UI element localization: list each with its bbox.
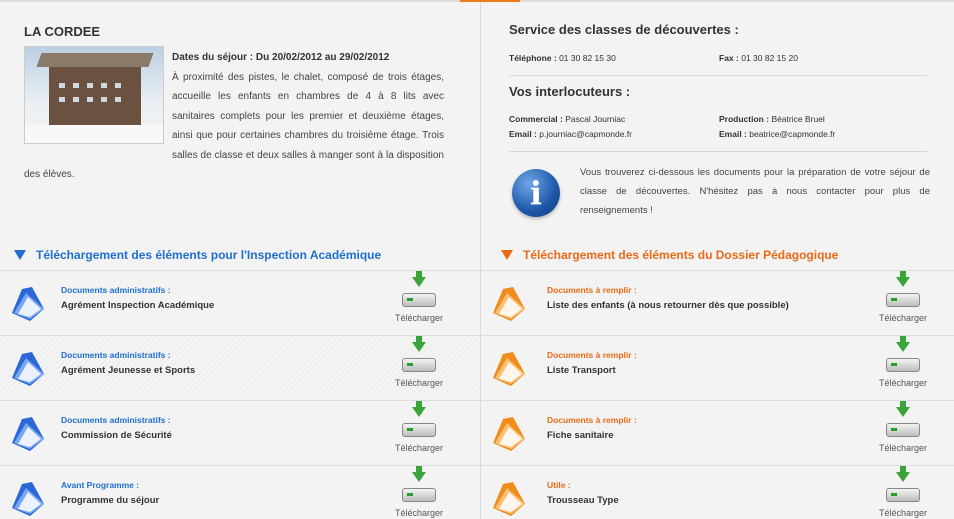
folder-icon: [493, 482, 525, 516]
document-row: Avant Programme : Programme du séjour Té…: [0, 465, 480, 519]
venue-description: Dates du séjour : Du 20/02/2012 au 29/02…: [24, 48, 444, 185]
drive-icon: [886, 488, 920, 502]
commercial-contact: Commercial : Pascal Journiac: [509, 114, 625, 124]
drive-icon: [402, 293, 436, 307]
folder-icon: [12, 482, 44, 516]
document-row: Documents à remplir : Fiche sanitaire Té…: [481, 400, 954, 463]
download-arrow-icon: [412, 401, 426, 417]
document-category: Documents administratifs :: [61, 350, 171, 360]
section-title: Téléchargement des éléments pour l'Inspe…: [36, 248, 382, 262]
production-contact: Production : Béatrice Bruel: [719, 114, 825, 124]
phone-value: 01 30 82 15 30: [559, 53, 616, 63]
document-category: Documents à remplir :: [547, 285, 637, 295]
contacts-title: Vos interlocuteurs :: [509, 84, 631, 99]
right-column: Service des classes de découvertes : Tél…: [481, 2, 954, 519]
download-button[interactable]: Télécharger: [870, 336, 936, 392]
document-name: Agrément Jeunesse et Sports: [61, 365, 196, 376]
service-title: Service des classes de découvertes :: [509, 22, 739, 37]
download-arrow-icon: [896, 336, 910, 352]
left-column: LA CORDEE Dates du séjour : Du 20/02/201…: [0, 2, 481, 519]
document-row: Documents administratifs : Agrément Jeun…: [0, 335, 480, 398]
document-category: Documents administratifs :: [61, 415, 171, 425]
email-2: Email : beatrice@capmonde.fr: [719, 129, 835, 139]
production-value: Béatrice Bruel: [771, 114, 825, 124]
arrow-down-icon: [501, 250, 513, 260]
download-arrow-icon: [896, 401, 910, 417]
arrow-down-icon: [14, 250, 26, 260]
download-button[interactable]: Télécharger: [386, 271, 452, 327]
info-text: Vous trouverez ci-dessous les documents …: [580, 167, 930, 216]
photo-spacer: [24, 48, 172, 150]
download-arrow-icon: [412, 271, 426, 287]
document-row: Documents à remplir : Liste Transport Té…: [481, 335, 954, 398]
document-name: Fiche sanitaire: [547, 430, 614, 441]
page: LA CORDEE Dates du séjour : Du 20/02/201…: [0, 0, 954, 519]
download-arrow-icon: [412, 466, 426, 482]
fax-value: 01 30 82 15 20: [741, 53, 798, 63]
email-label: Email :: [509, 129, 537, 139]
folder-icon: [493, 417, 525, 451]
document-category: Documents administratifs :: [61, 285, 171, 295]
download-arrow-icon: [896, 466, 910, 482]
phone-label: Téléphone :: [509, 53, 557, 63]
drive-icon: [886, 293, 920, 307]
folder-icon: [12, 287, 44, 321]
download-label: Télécharger: [394, 378, 444, 388]
document-row: Documents administratifs : Agrément Insp…: [0, 270, 480, 333]
venue-title: LA CORDEE: [24, 24, 101, 39]
download-label: Télécharger: [878, 313, 928, 323]
download-label: Télécharger: [878, 443, 928, 453]
folder-icon: [493, 352, 525, 386]
document-name: Trousseau Type: [547, 495, 619, 506]
fax-label: Fax :: [719, 53, 739, 63]
drive-icon: [402, 488, 436, 502]
download-label: Télécharger: [394, 313, 444, 323]
download-button[interactable]: Télécharger: [386, 401, 452, 457]
download-label: Télécharger: [878, 508, 928, 518]
fax: Fax : 01 30 82 15 20: [719, 53, 798, 63]
document-row: Documents à remplir : Liste des enfants …: [481, 270, 954, 333]
document-name: Programme du séjour: [61, 495, 160, 506]
download-arrow-icon: [412, 336, 426, 352]
document-name: Liste des enfants (à nous retourner dès …: [547, 300, 789, 311]
commercial-value: Pascal Journiac: [565, 114, 626, 124]
document-category: Documents à remplir :: [547, 415, 637, 425]
production-label: Production :: [719, 114, 770, 124]
commercial-label: Commercial :: [509, 114, 563, 124]
info-icon: i: [512, 169, 560, 217]
folder-icon: [12, 417, 44, 451]
document-category: Avant Programme :: [61, 480, 140, 490]
download-button[interactable]: Télécharger: [870, 271, 936, 327]
document-row: Utile : Trousseau Type Télécharger: [481, 465, 954, 519]
email-link[interactable]: beatrice@capmonde.fr: [749, 129, 835, 139]
download-button[interactable]: Télécharger: [870, 401, 936, 457]
drive-icon: [886, 423, 920, 437]
drive-icon: [402, 423, 436, 437]
download-button[interactable]: Télécharger: [870, 466, 936, 519]
divider: [509, 75, 927, 76]
download-arrow-icon: [896, 271, 910, 287]
section-title: Téléchargement des éléments du Dossier P…: [523, 248, 839, 262]
download-label: Télécharger: [394, 508, 444, 518]
download-button[interactable]: Télécharger: [386, 336, 452, 392]
download-label: Télécharger: [878, 378, 928, 388]
document-category: Documents à remplir :: [547, 350, 637, 360]
document-row: Documents administratifs : Commission de…: [0, 400, 480, 463]
folder-icon: [493, 287, 525, 321]
phone: Téléphone : 01 30 82 15 30: [509, 53, 616, 63]
email-label: Email :: [719, 129, 747, 139]
email-1: Email : p.journiac@capmonde.fr: [509, 129, 632, 139]
document-name: Agrément Inspection Académique: [61, 300, 215, 311]
document-name: Commission de Sécurité: [61, 430, 172, 441]
download-label: Télécharger: [394, 443, 444, 453]
document-category: Utile :: [547, 480, 571, 490]
folder-icon: [12, 352, 44, 386]
download-button[interactable]: Télécharger: [386, 466, 452, 519]
document-name: Liste Transport: [547, 365, 616, 376]
drive-icon: [886, 358, 920, 372]
divider: [509, 151, 927, 152]
drive-icon: [402, 358, 436, 372]
email-link[interactable]: p.journiac@capmonde.fr: [539, 129, 632, 139]
